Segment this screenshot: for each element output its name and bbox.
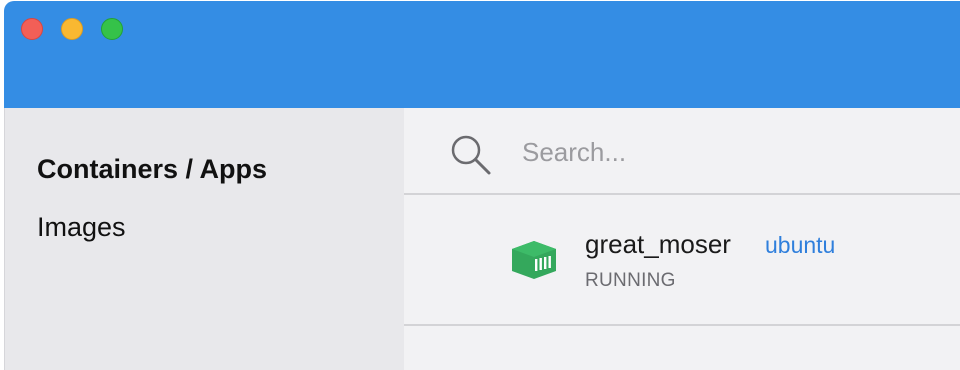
title-bar[interactable] [4,1,960,108]
sidebar: Containers / Apps Images [4,108,404,370]
search-input[interactable] [522,130,922,174]
search-bar [404,108,960,195]
app-window: Containers / Apps Images great_moser ubu… [4,1,960,370]
sidebar-item-containers-apps[interactable]: Containers / Apps [37,154,267,185]
main-panel: great_moser ubuntu RUNNING [404,108,960,370]
zoom-window-button[interactable] [101,18,123,40]
container-icon [512,241,556,279]
container-image-link[interactable]: ubuntu [765,232,835,259]
sidebar-item-images[interactable]: Images [37,212,126,243]
minimize-window-button[interactable] [61,18,83,40]
container-status: RUNNING [585,270,676,291]
close-window-button[interactable] [21,18,43,40]
search-icon[interactable] [449,133,493,177]
container-name[interactable]: great_moser [585,229,731,260]
container-row[interactable]: great_moser ubuntu RUNNING [404,195,960,326]
